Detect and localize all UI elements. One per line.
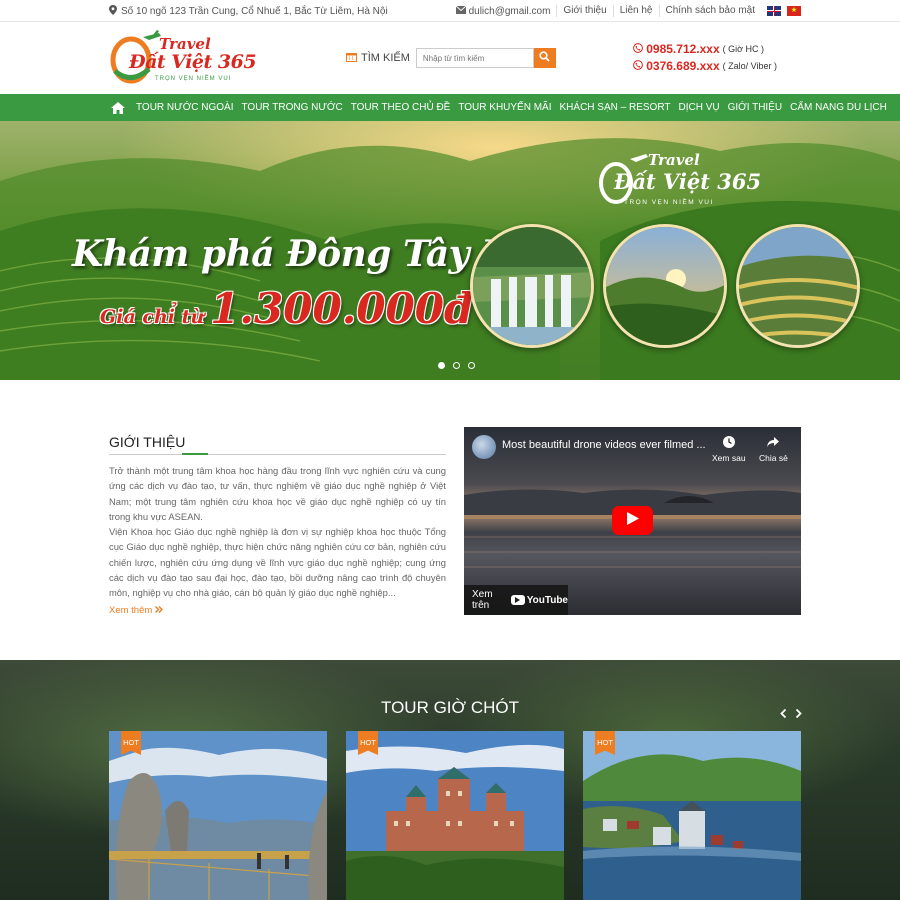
nav-item-foreign-tours[interactable]: TOUR NƯỚC NGOÀI: [132, 94, 238, 121]
hotline-number: 0376.689.xxx: [646, 59, 720, 73]
rice-terraces-photo: [736, 224, 860, 348]
main-nav: TOUR NƯỚC NGOÀI TOUR TRONG NƯỚC TOUR THE…: [0, 94, 900, 121]
hotline-note: ( Giờ HC ): [722, 44, 765, 54]
watch-later-label: Xem sau: [712, 453, 746, 463]
hotline: 0985.712.xxx ( Giờ HC ) 0376.689.xxx ( Z…: [633, 41, 777, 75]
search-icon: [539, 49, 551, 67]
banner-price-prefix: Giá chỉ từ: [100, 306, 205, 328]
intro-heading: GIỚI THIỆU: [109, 434, 446, 455]
topbar-link-about[interactable]: Giới thiệu: [556, 5, 612, 17]
hero-banner[interactable]: Travel Đất Việt 365 TRỌN VẸN NIỀM VUI Kh…: [0, 121, 900, 380]
home-icon[interactable]: [109, 101, 132, 114]
banner-price: 1.300.000đ: [210, 284, 474, 333]
video-title[interactable]: Most beautiful drone videos ever filmed …: [502, 439, 706, 451]
video-embed[interactable]: Most beautiful drone videos ever filmed …: [464, 427, 801, 615]
address-text: Số 10 ngõ 123 Trần Cung, Cổ Nhuế 1, Bắc …: [121, 5, 388, 17]
watch-later-button[interactable]: Xem sau: [712, 435, 746, 463]
header: Travel Đất Việt 365 TRỌN VẸN NIỀM VUI TÌ…: [0, 22, 900, 94]
slider-dot[interactable]: [438, 362, 445, 369]
slider-dot[interactable]: [453, 362, 460, 369]
chevron-left-icon[interactable]: [780, 707, 787, 721]
clock-icon: [722, 435, 736, 451]
read-more-link[interactable]: Xem thêm: [109, 605, 446, 616]
youtube-text: YouTube: [526, 594, 568, 606]
topbar: Số 10 ngõ 123 Trần Cung, Cổ Nhuế 1, Bắc …: [0, 0, 900, 22]
chevron-right-icon[interactable]: [795, 707, 802, 721]
topbar-link-privacy[interactable]: Chính sách bảo mật: [658, 5, 762, 17]
last-minute-tours-section: TOUR GIỜ CHÓT HOT HOT HOT: [0, 660, 900, 900]
english-flag-icon[interactable]: [767, 6, 781, 16]
vietnam-flag-icon[interactable]: ★: [787, 6, 801, 16]
phone-icon: [633, 41, 644, 58]
banner-price-line: Giá chỉ từ 1.300.000đ: [100, 284, 473, 333]
tour-card[interactable]: HOT: [583, 731, 801, 900]
play-button[interactable]: [612, 506, 653, 535]
channel-avatar[interactable]: [472, 435, 496, 459]
slider-dot[interactable]: [468, 362, 475, 369]
nav-item-about[interactable]: GIỚI THIỆU: [724, 94, 787, 121]
nav-item-theme-tours[interactable]: TOUR THEO CHỦ ĐỀ: [347, 94, 455, 121]
banner-logo: Travel Đất Việt 365 TRỌN VẸN NIỀM VUI: [596, 149, 761, 211]
email-link[interactable]: dulich@gmail.com: [455, 5, 557, 17]
search-label-text: TÌM KIẾM: [361, 52, 410, 64]
valley-sunset-photo: [603, 224, 727, 348]
hotline-number: 0985.712.xxx: [646, 42, 720, 56]
phone-icon: [633, 58, 644, 75]
hotline-row[interactable]: 0376.689.xxx ( Zalo/ Viber ): [633, 58, 777, 75]
share-button[interactable]: Chia sẻ: [759, 435, 788, 463]
logo-brand: Đất Việt 365: [129, 51, 257, 73]
golden-bridge-photo: [109, 731, 327, 900]
intro-section: GIỚI THIỆU Trở thành một trung tâm khoa …: [0, 380, 900, 660]
email-text: dulich@gmail.com: [468, 5, 551, 17]
double-chevron-right-icon: [155, 605, 164, 616]
search-label: TÌM KIẾM: [346, 52, 410, 65]
waterfall-photo: [470, 224, 594, 348]
nav-item-domestic-tours[interactable]: TOUR TRONG NƯỚC: [238, 94, 347, 121]
youtube-logo: YouTube: [510, 594, 568, 606]
share-label: Chia sẻ: [759, 453, 788, 463]
nav-item-hotels[interactable]: KHÁCH SẠN – RESORT: [556, 94, 675, 121]
norway-coast-photo: [583, 731, 801, 900]
map-pin-icon: [109, 4, 117, 18]
intro-paragraph: Viện Khoa học Giáo dục nghề nghiệp là đơ…: [109, 526, 446, 599]
intro-text: GIỚI THIỆU Trở thành một trung tâm khoa …: [109, 434, 446, 616]
address: Số 10 ngõ 123 Trần Cung, Cổ Nhuế 1, Bắc …: [109, 4, 388, 18]
nav-item-promo-tours[interactable]: TOUR KHUYẾN MÃI: [454, 94, 555, 121]
site-logo[interactable]: Travel Đất Việt 365 TRỌN VẸN NIỀM VUI: [109, 29, 257, 87]
tour-card[interactable]: HOT: [109, 731, 327, 900]
search-area: TÌM KIẾM: [346, 48, 556, 68]
hotline-note: ( Zalo/ Viber ): [722, 61, 777, 71]
share-icon: [766, 435, 780, 451]
carousel-arrows: [780, 707, 802, 721]
search-button[interactable]: [533, 48, 556, 68]
youtube-icon: [510, 595, 525, 605]
banner-logo-tagline: TRỌN VẸN NIỀM VUI: [624, 199, 714, 206]
watch-on-label: Xem trên: [472, 589, 493, 611]
envelope-icon: [455, 5, 466, 17]
watch-on-youtube[interactable]: Xem trên YouTube: [464, 585, 568, 615]
calendar-icon: [346, 52, 357, 65]
tours-heading: TOUR GIỜ CHÓT: [381, 698, 519, 717]
search-input[interactable]: [415, 48, 534, 68]
tour-card[interactable]: HOT: [346, 731, 564, 900]
quebec-castle-photo: [346, 731, 564, 900]
topbar-link-contact[interactable]: Liên hệ: [612, 5, 659, 17]
banner-logo-brand: Đất Việt 365: [614, 169, 762, 194]
slider-dots: [438, 362, 475, 369]
banner-logo-travel: Travel: [648, 151, 700, 169]
intro-paragraph: Trở thành một trung tâm khoa học hàng đầ…: [109, 465, 446, 522]
nav-item-guide[interactable]: CẨM NANG DU LỊCH: [786, 94, 891, 121]
logo-tagline: TRỌN VẸN NIỀM VUI: [155, 76, 232, 82]
nav-item-services[interactable]: DỊCH VỤ: [674, 94, 723, 121]
play-icon: [626, 511, 639, 530]
hotline-row[interactable]: 0985.712.xxx ( Giờ HC ): [633, 41, 777, 58]
read-more-text: Xem thêm: [109, 604, 153, 616]
